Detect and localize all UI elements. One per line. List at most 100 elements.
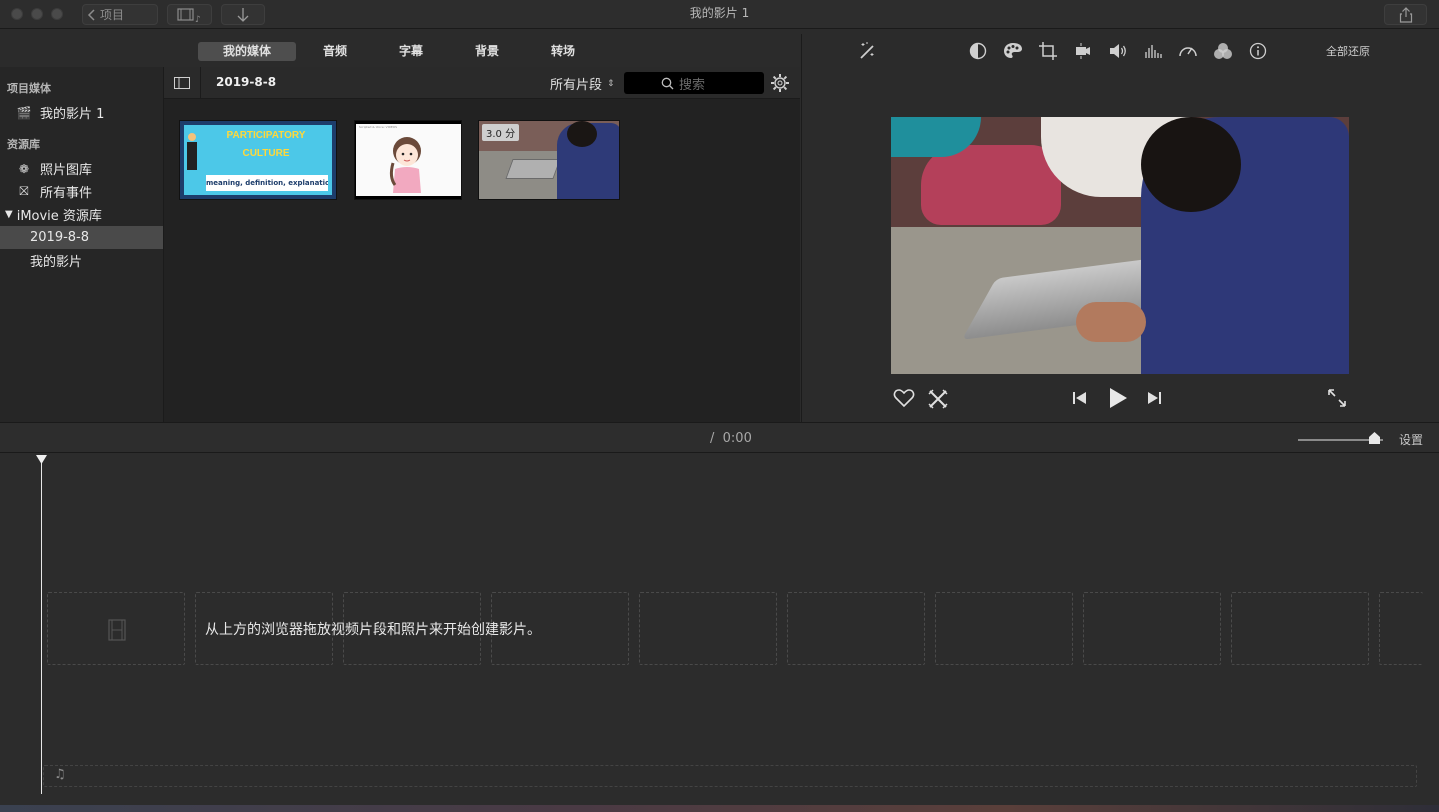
tab-backgrounds[interactable]: 背景 [462, 42, 512, 61]
equalizer-button[interactable] [1142, 40, 1164, 62]
magic-wand-icon [860, 42, 874, 59]
color-balance-button[interactable] [967, 40, 989, 62]
boy-head-image [567, 121, 597, 147]
film-strip-icon [108, 619, 126, 641]
info-icon [1249, 42, 1267, 60]
back-button-label: 项目 [100, 8, 125, 22]
crop-icon [1039, 42, 1057, 60]
slider-knob-icon [1369, 432, 1380, 444]
timeline-placeholder-slot [639, 592, 777, 665]
desktop-wallpaper-strip [0, 805, 1439, 812]
import-media-button[interactable] [221, 4, 265, 25]
search-placeholder: 搜索 [679, 77, 706, 93]
clip-filter-select[interactable]: 所有片段 ⇕ [550, 74, 615, 93]
tab-audio[interactable]: 音频 [310, 42, 360, 61]
fullscreen-button[interactable] [1327, 388, 1347, 408]
stabilization-icon [1076, 43, 1090, 59]
sidebar-item-imovie-library[interactable]: ▼ iMovie 资源库 [0, 203, 163, 226]
expand-arrows-icon [1328, 389, 1346, 407]
stabilization-button[interactable] [1072, 40, 1094, 62]
sidebar-item-label: 所有事件 [40, 186, 93, 201]
chevron-left-icon [87, 8, 95, 21]
zoom-slider-knob[interactable] [1369, 432, 1380, 444]
browser-settings-button[interactable] [770, 73, 790, 93]
updown-chevron-icon: ⇕ [607, 78, 615, 89]
sidebar-item-label: 2019-8-8 [30, 230, 90, 245]
back-to-projects-button[interactable]: 项目 [82, 4, 158, 25]
crop-button[interactable] [1037, 40, 1059, 62]
laptop-image [505, 159, 561, 179]
reset-all-button[interactable]: 全部还原 [1326, 43, 1370, 59]
skip-back-icon [1073, 392, 1086, 404]
play-icon [1110, 388, 1127, 408]
color-balance-icon [969, 42, 987, 60]
toggle-sidebar-button[interactable] [164, 67, 201, 99]
volume-icon [1110, 44, 1126, 58]
share-icon [1399, 6, 1412, 23]
search-field[interactable]: 搜索 [624, 72, 764, 94]
sidebar-item-my-movie[interactable]: 我的影片 [0, 249, 163, 272]
skip-forward-button[interactable] [1145, 390, 1163, 406]
video-preview[interactable] [891, 117, 1349, 374]
tab-transitions[interactable]: 转场 [538, 42, 588, 61]
playhead[interactable] [41, 457, 42, 794]
sidebar-item-project[interactable]: 🎬 我的影片 1 [0, 101, 163, 124]
library-sidebar: 项目媒体 🎬 我的影片 1 资源库 ❁ 照片图库 ⛝ 所有事件 ▼ iMovie… [0, 67, 164, 422]
zoom-slider[interactable] [1298, 432, 1383, 444]
heart-icon [893, 389, 915, 408]
disclosure-triangle-icon[interactable]: ▼ [5, 209, 13, 220]
timeline-placeholder-slot [1379, 592, 1423, 665]
reject-button[interactable] [927, 388, 949, 410]
timeline-placeholder-slot [787, 592, 925, 665]
favorite-button[interactable] [893, 388, 915, 410]
sidebar-item-all-events[interactable]: ⛝ 所有事件 [0, 180, 163, 203]
volume-button[interactable] [1107, 40, 1129, 62]
color-correction-button[interactable] [1002, 40, 1024, 62]
clip-info-button[interactable] [1247, 40, 1269, 62]
sidebar-item-event[interactable]: 2019-8-8 [0, 226, 163, 249]
preview-boy-head-image [1141, 117, 1241, 212]
sidebar-toggle-icon [174, 77, 190, 89]
share-button[interactable] [1384, 4, 1427, 25]
clip-filter-button[interactable] [1212, 40, 1234, 62]
timeline-placeholder-slot [1231, 592, 1369, 665]
clip-title-line1: PARTICIPATORY [226, 130, 306, 141]
clip-cartoon-girl[interactable]: Scripted & Voice: VIDEOS [354, 120, 462, 200]
arrow-down-icon [237, 7, 249, 22]
photos-flower-icon: ❁ [18, 161, 30, 176]
svg-text:♪: ♪ [195, 15, 201, 23]
reject-x-icon [928, 389, 948, 409]
preview-pink-pillow-image [921, 145, 1061, 225]
skip-back-button[interactable] [1071, 390, 1089, 406]
minimize-window-button[interactable] [31, 8, 43, 20]
audio-track[interactable]: ♫ [43, 765, 1417, 787]
timeline-settings-button[interactable]: 设置 [1399, 431, 1423, 448]
zoom-window-button[interactable] [51, 8, 63, 20]
film-music-icon: ♪ [176, 7, 201, 23]
clip-title-text: PARTICIPATORY CULTURE [204, 127, 328, 169]
clip-duration-badge: 3.0 分 [482, 124, 520, 141]
clip-boy-laptop[interactable]: 3.0 分 [478, 120, 620, 200]
clip-participatory-culture[interactable]: PARTICIPATORY CULTURE meaning, definitio… [179, 120, 337, 200]
sidebar-item-label: 照片图库 [40, 163, 93, 178]
play-button[interactable] [1106, 386, 1130, 410]
timeline-placeholder-slot [1083, 592, 1221, 665]
timecode-display: / 0:00 [710, 431, 752, 446]
timeline-placeholder-slot [47, 592, 185, 665]
tab-titles[interactable]: 字幕 [386, 42, 436, 61]
playhead-handle[interactable] [36, 453, 47, 464]
clip-caption: Scripted & Voice: VIDEOS [359, 125, 398, 129]
clip-title-line2: CULTURE [242, 148, 290, 159]
media-view-button[interactable]: ♪ [167, 4, 212, 25]
close-window-button[interactable] [11, 8, 23, 20]
libraries-header: 资源库 [7, 138, 40, 151]
event-title: 2019-8-8 [216, 75, 277, 89]
gear-icon [771, 74, 789, 92]
clip-filter-label: 所有片段 [550, 78, 603, 93]
playhead-triangle-icon [36, 455, 47, 464]
magic-wand-button[interactable] [856, 40, 878, 62]
sidebar-item-label: 我的影片 1 [40, 107, 105, 122]
tab-my-media[interactable]: 我的媒体 [198, 42, 296, 61]
speed-button[interactable] [1177, 40, 1199, 62]
sidebar-item-photos-library[interactable]: ❁ 照片图库 [0, 157, 163, 180]
